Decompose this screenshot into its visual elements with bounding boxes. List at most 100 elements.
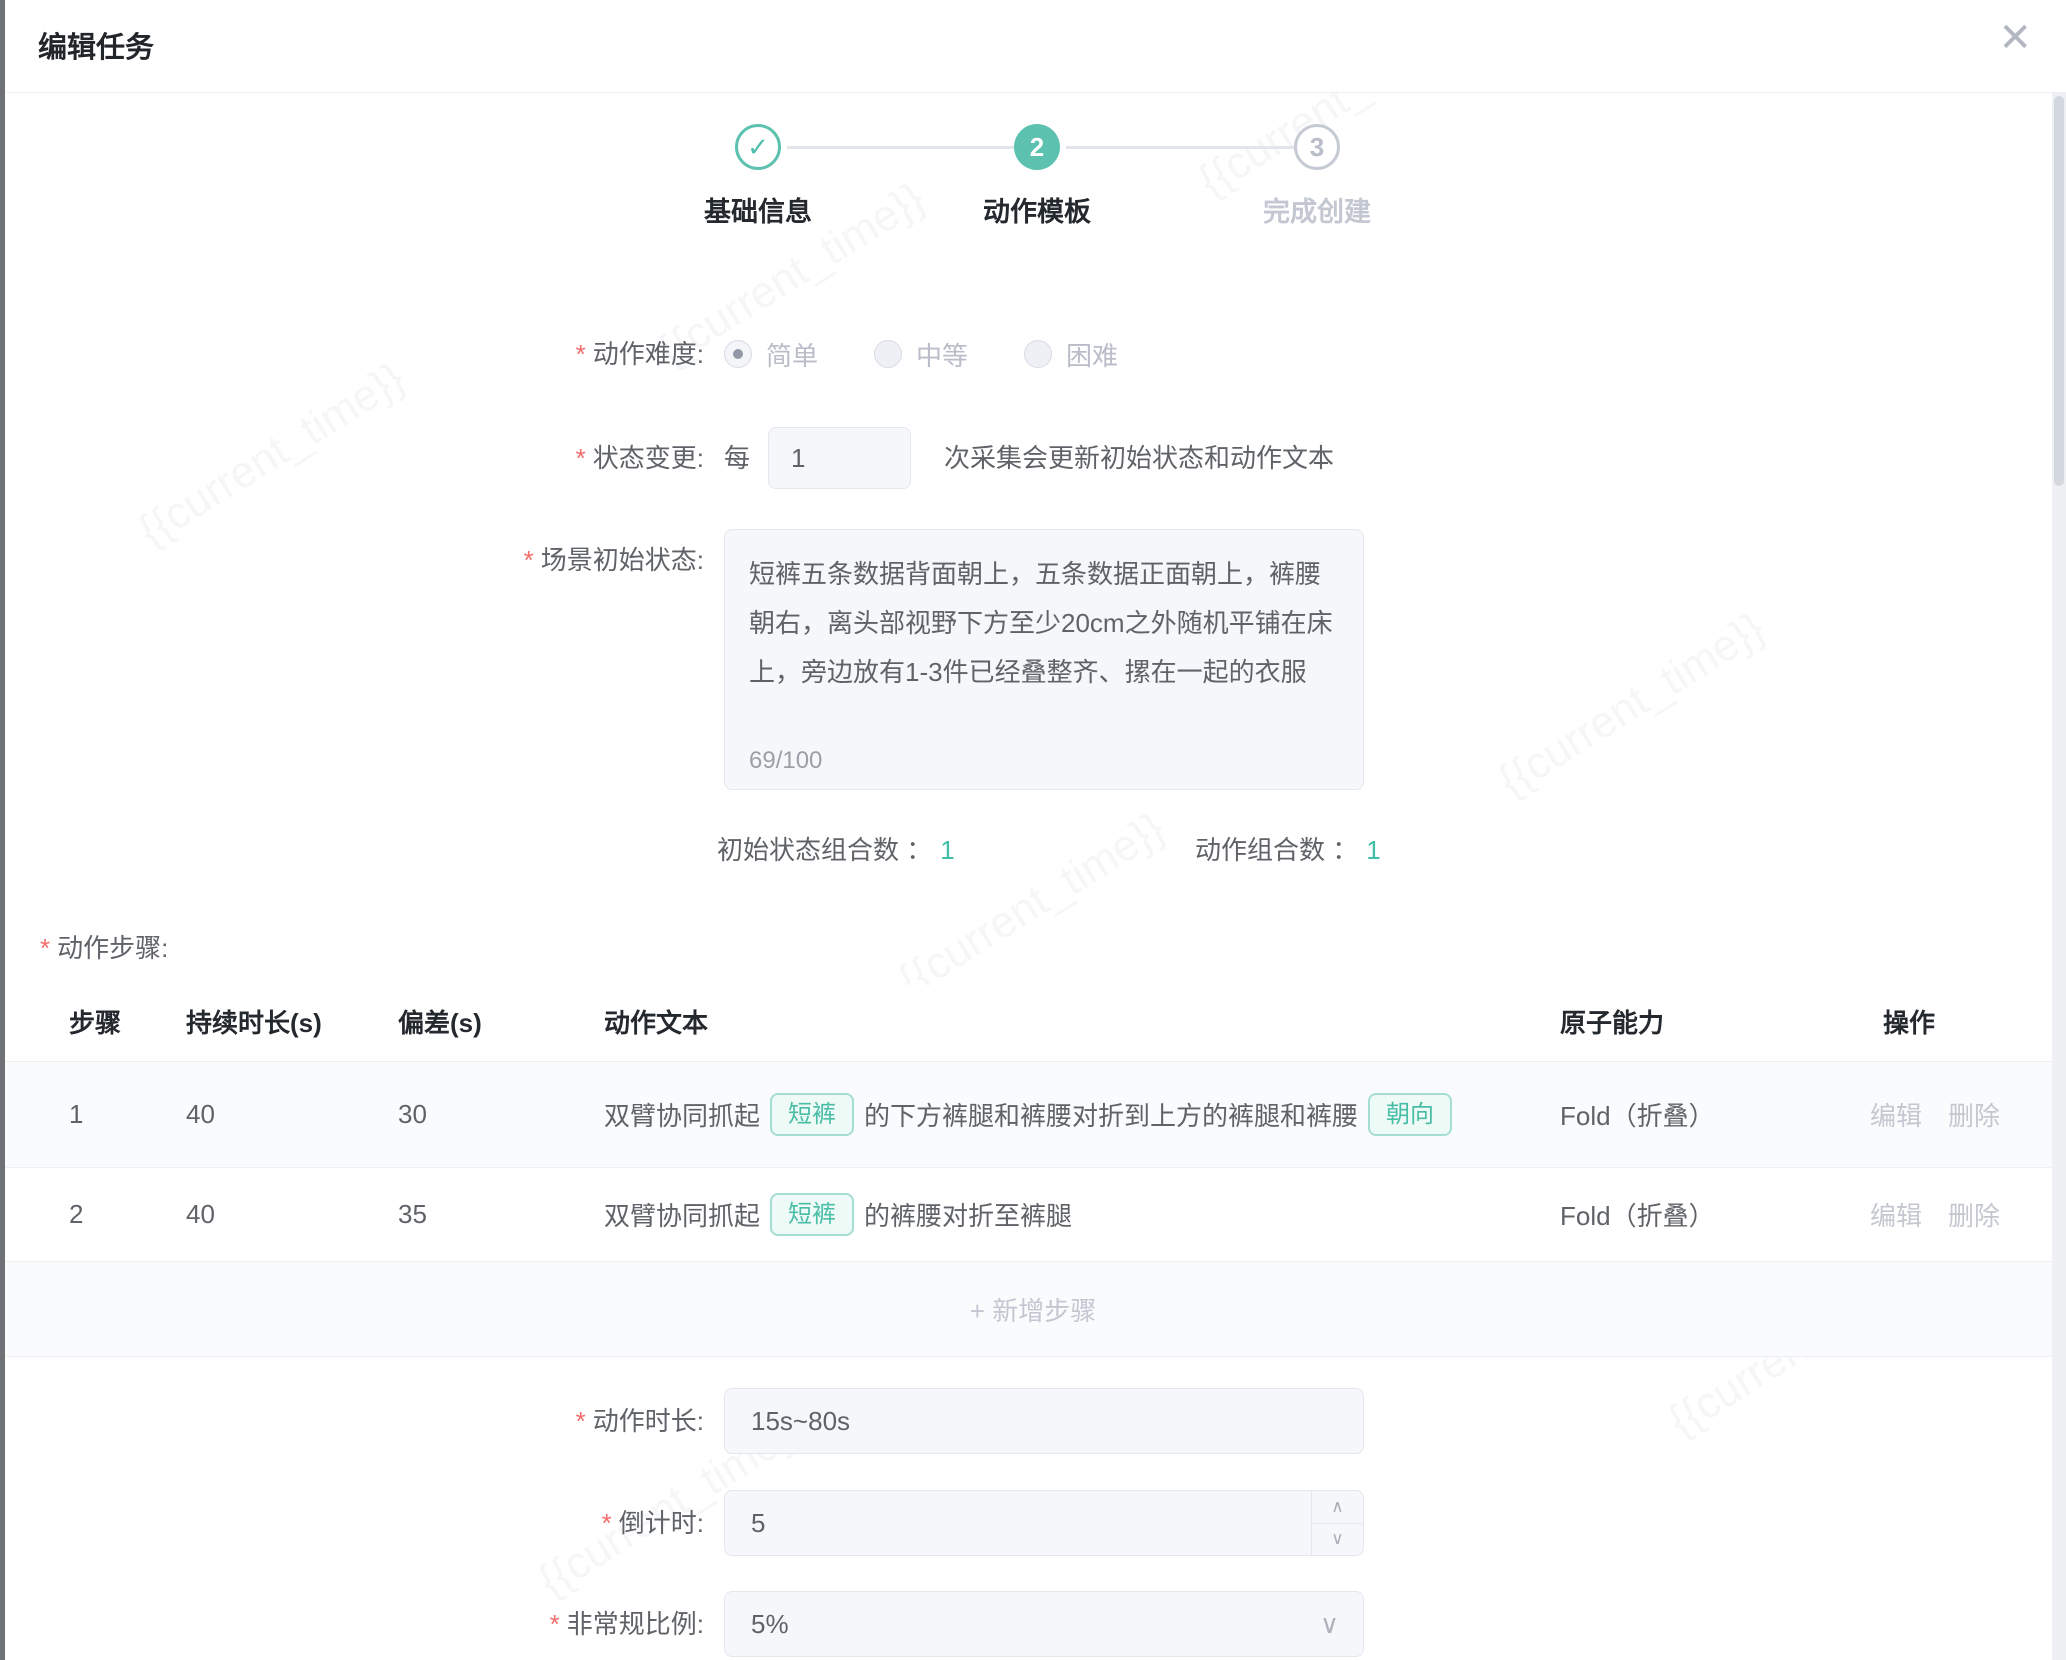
step-2-number: 2 [1030,132,1044,163]
initial-state-textarea[interactable]: 短裤五条数据背面朝上，五条数据正面朝上，裤腰朝右，离头部视野下方至少20cm之外… [724,529,1364,790]
cell-step-number: 2 [69,1168,83,1261]
initial-combo-value: 1 [940,835,954,865]
action-text-segment: 的下方裤腿和裤腰对折到上方的裤腿和裤腰 [864,1096,1358,1133]
cell-deviation: 35 [398,1168,427,1261]
chevron-down-icon: ∨ [1331,1529,1343,1549]
initial-combo-count: 初始状态组合数 ： 1 [717,834,955,866]
radio-easy-label: 简单 [766,336,818,373]
radio-hard-label: 困难 [1066,336,1118,373]
required-asterisk: * [550,1609,560,1639]
initial-state-text: 短裤五条数据背面朝上，五条数据正面朝上，裤腰朝右，离头部视野下方至少20cm之外… [725,530,1363,697]
state-change-suffix: 次采集会更新初始状态和动作文本 [944,426,1334,490]
col-header-deviation: 偏差(s) [398,985,482,1062]
radio-medium-label: 中等 [916,336,968,373]
required-asterisk: * [576,339,586,369]
radio-medium[interactable]: 中等 [874,336,968,373]
close-icon[interactable]: ✕ [1998,18,2032,58]
state-change-label: *状态变更: [0,426,704,490]
steps-table-header: 步骤 持续时长(s) 偏差(s) 动作文本 原子能力 操作 [0,985,2066,1062]
difficulty-row: *动作难度: 简单 中等 困难 [0,332,2066,376]
increment-button[interactable]: ∧ [1312,1491,1363,1524]
delete-link[interactable]: 删除 [1948,1096,2000,1133]
edit-link[interactable]: 编辑 [1870,1196,1922,1233]
cell-action-text: 双臂协同抓起 短裤 的裤腰对折至裤腿 [604,1168,1072,1261]
cell-deviation: 30 [398,1062,427,1167]
col-header-action-text: 动作文本 [604,985,708,1062]
step-3-number: 3 [1310,132,1324,163]
dialog-header: 编辑任务 ✕ [0,0,2066,93]
char-counter: 69/100 [749,747,822,775]
action-duration-input[interactable]: 15s~80s [724,1388,1364,1454]
cell-duration: 40 [186,1168,215,1261]
edit-link[interactable]: 编辑 [1870,1096,1922,1133]
radio-hard[interactable]: 困难 [1024,336,1118,373]
unusual-ratio-select[interactable]: 5% ∨ [724,1591,1364,1657]
table-row: 1 40 30 双臂协同抓起 短裤 的下方裤腿和裤腰对折到上方的裤腿和裤腰 朝向… [0,1062,2066,1168]
table-row: 2 40 35 双臂协同抓起 短裤 的裤腰对折至裤腿 Fold（折叠） 编辑 删… [0,1168,2066,1262]
chevron-up-icon: ∧ [1331,1497,1343,1517]
stepper-connector [1066,146,1294,149]
state-change-prefix: 每 [724,426,750,490]
action-duration-label: *动作时长: [0,1388,704,1454]
col-header-duration: 持续时长(s) [186,985,322,1062]
number-spinner: ∧ ∨ [1311,1491,1363,1555]
step-2-active-circle: 2 [1014,124,1060,170]
state-change-row: *状态变更: 每 1 次采集会更新初始状态和动作文本 [0,426,2066,490]
step-label-finish-create: 完成创建 [1207,190,1427,229]
required-asterisk: * [576,1406,586,1436]
stepper-connector [787,146,1014,149]
radio-easy[interactable]: 简单 [724,336,818,373]
cell-action-text: 双臂协同抓起 短裤 的下方裤腿和裤腰对折到上方的裤腿和裤腰 朝向 [604,1062,1462,1167]
col-header-step: 步骤 [69,985,121,1062]
cell-step-number: 1 [69,1062,83,1167]
check-icon: ✓ [747,132,769,163]
decrement-button[interactable]: ∨ [1312,1524,1363,1556]
action-text-segment: 的裤腰对折至裤腿 [864,1196,1072,1233]
combo-counts-row: 初始状态组合数 ： 1 动作组合数 ： 1 [0,834,2066,866]
action-duration-value: 15s~80s [751,1406,850,1437]
radio-circle-icon [724,340,752,368]
object-tag: 短裤 [770,1193,854,1236]
cell-operations: 编辑 删除 [1870,1168,2000,1261]
delete-link[interactable]: 删除 [1948,1196,2000,1233]
countdown-input[interactable]: 5 ∧ ∨ [724,1490,1364,1556]
action-combo-label: 动作组合数 ： [1195,835,1358,865]
dialog-title: 编辑任务 [38,24,154,66]
edit-task-dialog: {{current_time}} {{current_time}} {{curr… [0,0,2066,1660]
action-combo-value: 1 [1366,835,1380,865]
col-header-atomic-ability: 原子能力 [1560,985,1664,1062]
cell-atomic-ability: Fold（折叠） [1560,1168,1715,1261]
step-3-pending-circle: 3 [1294,124,1340,170]
scrollbar-thumb[interactable] [2054,96,2064,486]
radio-circle-icon [1024,340,1052,368]
step-label-basic-info: 基础信息 [648,190,868,229]
cell-atomic-ability: Fold（折叠） [1560,1062,1715,1167]
step-label-action-template: 动作模板 [927,190,1147,229]
initial-state-label: *场景初始状态: [0,540,704,577]
step-1-done-circle: ✓ [735,124,781,170]
action-text-segment: 双臂协同抓起 [604,1096,760,1133]
countdown-value: 5 [751,1508,765,1539]
state-change-input[interactable]: 1 [768,427,911,489]
required-asterisk: * [576,443,586,473]
unusual-ratio-label: *非常规比例: [0,1591,704,1657]
difficulty-radio-group: 简单 中等 困难 [724,332,1174,376]
difficulty-label: *动作难度: [0,332,704,376]
action-steps-section-label: *动作步骤: [40,928,168,965]
initial-combo-label: 初始状态组合数 ： [717,835,932,865]
direction-tag: 朝向 [1368,1093,1452,1136]
countdown-label: *倒计时: [0,1490,704,1556]
required-asterisk: * [524,545,534,575]
col-header-operations: 操作 [1883,985,1935,1062]
unusual-ratio-value: 5% [751,1609,789,1640]
cell-operations: 编辑 删除 [1870,1062,2000,1167]
add-step-button[interactable]: + 新增步骤 [0,1262,2066,1357]
scrollbar[interactable] [2052,93,2066,1660]
required-asterisk: * [602,1508,612,1538]
page-left-edge [0,0,5,1660]
cell-duration: 40 [186,1062,215,1167]
select-chevron-down-icon: ∨ [1320,1609,1339,1640]
object-tag: 短裤 [770,1093,854,1136]
state-change-value: 1 [791,443,805,474]
required-asterisk: * [40,933,50,963]
